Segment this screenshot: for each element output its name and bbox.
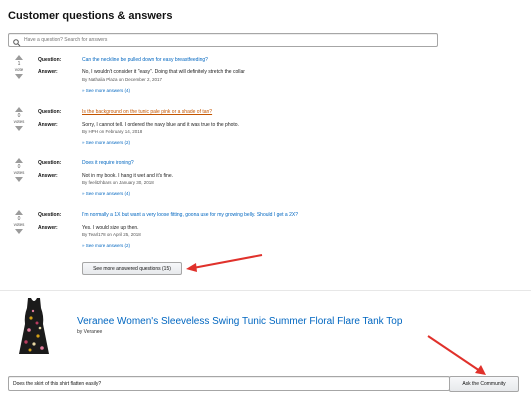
qa-item: 0 votes Question: I'm normally a 1X but …	[8, 209, 468, 253]
upvote-icon[interactable]	[15, 210, 23, 215]
downvote-icon[interactable]	[15, 126, 23, 131]
section-title: Customer questions & answers	[8, 10, 173, 22]
answer-label: Answer:	[38, 225, 58, 231]
upvote-icon[interactable]	[15, 158, 23, 163]
downvote-icon[interactable]	[15, 229, 23, 234]
answer-byline: By HPH on February 14, 2018	[82, 129, 143, 134]
vote-widget: 1 vote	[8, 54, 30, 79]
question-label: Question:	[38, 109, 62, 115]
answer-text: Not in my book. I hang it wet and it's f…	[82, 173, 174, 179]
product-thumbnail[interactable]	[16, 296, 52, 356]
answer-text: Sorry, I cannot tell. I ordered the navy…	[82, 122, 239, 128]
question-label: Question:	[38, 57, 62, 63]
vote-label: votes	[13, 222, 25, 227]
question-link[interactable]: Is the background on the tunic pale pink…	[82, 109, 212, 115]
annotation-arrow-icon	[427, 335, 486, 375]
answer-byline: By Nathalia Plaza on December 2, 2017	[82, 77, 163, 82]
question-label: Question:	[38, 160, 62, 166]
annotation-arrow-icon	[186, 254, 263, 272]
answer-text: No, I wouldn't consider it "easy". Doing…	[82, 69, 245, 75]
downvote-icon[interactable]	[15, 177, 23, 182]
vote-label: votes	[13, 119, 25, 124]
search-input[interactable]	[22, 35, 424, 45]
vote-label: votes	[13, 170, 25, 175]
qa-item: 0 votes Question: Is the background on t…	[8, 106, 468, 150]
see-more-answers-link[interactable]: » See more answers (2)	[82, 140, 130, 145]
see-more-answers-link[interactable]: » See more answers (4)	[82, 88, 130, 93]
question-link[interactable]: I'm normally a 1X but want a very loose …	[82, 212, 298, 218]
vote-widget: 0 votes	[8, 209, 30, 234]
section-divider	[0, 290, 531, 291]
upvote-icon[interactable]	[15, 55, 23, 60]
answer-byline: By feelitzhbars on January 30, 2018	[82, 180, 154, 185]
downvote-icon[interactable]	[15, 74, 23, 79]
answer-label: Answer:	[38, 69, 58, 75]
see-more-answers-link[interactable]: » See more answers (4)	[82, 191, 130, 196]
question-label: Question:	[38, 212, 62, 218]
answer-label: Answer:	[38, 173, 58, 179]
see-more-answers-link[interactable]: » See more answers (2)	[82, 243, 130, 248]
product-brand: by Veranee	[77, 329, 103, 335]
ask-community-button[interactable]: Ask the Community	[449, 376, 519, 392]
answer-byline: By Tearl178 on April 25, 2018	[82, 232, 141, 237]
vote-widget: 0 votes	[8, 157, 30, 182]
vote-widget: 0 votes	[8, 106, 30, 131]
answer-label: Answer:	[38, 122, 58, 128]
qa-item: 1 vote Question: Can the neckline be pul…	[8, 54, 468, 98]
product-title-link[interactable]: Veranee Women's Sleeveless Swing Tunic S…	[77, 316, 402, 327]
question-link[interactable]: Does it require ironing?	[82, 160, 134, 166]
search-icon	[12, 35, 22, 47]
upvote-icon[interactable]	[15, 107, 23, 112]
ask-question-input[interactable]	[8, 376, 450, 391]
answer-text: Yes. I would size up then.	[82, 225, 139, 231]
see-more-questions-button[interactable]: See more answered questions (15)	[82, 262, 182, 275]
search-box[interactable]	[8, 33, 438, 47]
question-link[interactable]: Can the neckline be pulled down for easy…	[82, 57, 208, 63]
vote-label: vote	[14, 67, 24, 72]
qa-item: 0 votes Question: Does it require ironin…	[8, 157, 468, 201]
